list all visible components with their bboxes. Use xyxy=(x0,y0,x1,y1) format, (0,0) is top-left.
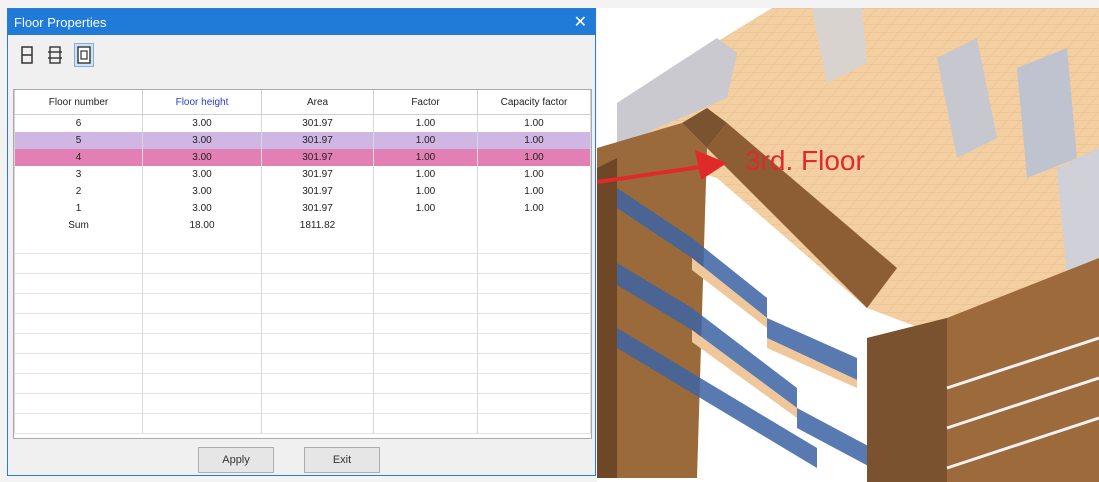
table-row[interactable]: 4 3.00 301.97 1.00 1.00 xyxy=(14,149,591,166)
cell[interactable]: 1.00 xyxy=(373,200,478,217)
cell[interactable]: 1.00 xyxy=(373,132,478,149)
sum-row: Sum 18.00 1811.82 xyxy=(14,217,591,234)
cell[interactable]: 301.97 xyxy=(261,200,374,217)
dialog-title: Floor Properties xyxy=(14,14,107,30)
cell: 1811.82 xyxy=(261,217,374,234)
cell[interactable]: 1.00 xyxy=(477,149,591,166)
cell[interactable]: 301.97 xyxy=(261,149,374,166)
toolbar xyxy=(8,35,595,75)
table-row[interactable]: 6 3.00 301.97 1.00 1.00 xyxy=(14,114,591,132)
cell: 18.00 xyxy=(142,217,262,234)
exit-button[interactable]: Exit xyxy=(304,447,380,473)
cell[interactable]: 301.97 xyxy=(261,183,374,200)
cell[interactable]: 3.00 xyxy=(142,149,262,166)
cell[interactable]: 1.00 xyxy=(477,183,591,200)
cell[interactable]: 1 xyxy=(14,200,143,217)
cell[interactable]: 3 xyxy=(14,166,143,183)
building-illustration xyxy=(597,8,1099,482)
table-row[interactable]: 1 3.00 301.97 1.00 1.00 xyxy=(14,200,591,217)
apply-button[interactable]: Apply xyxy=(198,447,274,473)
cell[interactable]: 1.00 xyxy=(373,149,478,166)
cell xyxy=(373,217,478,234)
cell[interactable]: 1.00 xyxy=(477,166,591,183)
empty-row xyxy=(14,333,591,354)
cell: Sum xyxy=(14,217,143,234)
floor-multi-icon[interactable] xyxy=(46,44,64,66)
table-row[interactable]: 3 3.00 301.97 1.00 1.00 xyxy=(14,166,591,183)
floor-single-icon[interactable] xyxy=(18,44,36,66)
col-factor[interactable]: Factor xyxy=(373,90,478,115)
cell[interactable]: 4 xyxy=(14,149,143,166)
cell[interactable]: 5 xyxy=(14,132,143,149)
cell[interactable]: 301.97 xyxy=(261,114,374,132)
cell[interactable]: 1.00 xyxy=(477,200,591,217)
table-row[interactable]: 5 3.00 301.97 1.00 1.00 xyxy=(14,132,591,149)
col-floor-number[interactable]: Floor number xyxy=(14,90,143,115)
floor-properties-dialog: Floor Properties ✕ Floor number Floor he… xyxy=(7,8,596,476)
empty-row xyxy=(14,234,591,254)
cell[interactable]: 301.97 xyxy=(261,166,374,183)
floor-annotation: 3rd. Floor xyxy=(745,145,865,176)
empty-row xyxy=(14,313,591,334)
cell[interactable]: 3.00 xyxy=(142,166,262,183)
empty-row xyxy=(14,393,591,414)
empty-row xyxy=(14,293,591,314)
empty-row xyxy=(14,373,591,394)
col-area[interactable]: Area xyxy=(261,90,374,115)
cell[interactable]: 3.00 xyxy=(142,114,262,132)
cell[interactable]: 1.00 xyxy=(373,183,478,200)
col-floor-height[interactable]: Floor height xyxy=(142,90,262,115)
floor-table: Floor number Floor height Area Factor Ca… xyxy=(13,89,592,439)
empty-row xyxy=(14,413,591,434)
cell[interactable]: 1.00 xyxy=(373,166,478,183)
cell[interactable]: 301.97 xyxy=(261,132,374,149)
cell[interactable]: 1.00 xyxy=(477,132,591,149)
cell[interactable]: 2 xyxy=(14,183,143,200)
building-3d-view xyxy=(597,8,1099,482)
table-row[interactable]: 2 3.00 301.97 1.00 1.00 xyxy=(14,183,591,200)
close-icon[interactable]: ✕ xyxy=(574,12,587,32)
cell[interactable]: 1.00 xyxy=(373,114,478,132)
col-capacity-factor[interactable]: Capacity factor xyxy=(477,90,591,115)
cell[interactable]: 3.00 xyxy=(142,200,262,217)
cell[interactable]: 3.00 xyxy=(142,183,262,200)
cell[interactable]: 6 xyxy=(14,114,143,132)
cell[interactable]: 3.00 xyxy=(142,132,262,149)
empty-row xyxy=(14,253,591,274)
cell[interactable]: 1.00 xyxy=(477,114,591,132)
cell xyxy=(477,217,591,234)
table-header-row: Floor number Floor height Area Factor Ca… xyxy=(14,90,591,115)
floor-page-icon[interactable] xyxy=(74,43,94,67)
empty-row xyxy=(14,273,591,294)
empty-row xyxy=(14,353,591,374)
title-bar: Floor Properties ✕ xyxy=(8,9,595,35)
